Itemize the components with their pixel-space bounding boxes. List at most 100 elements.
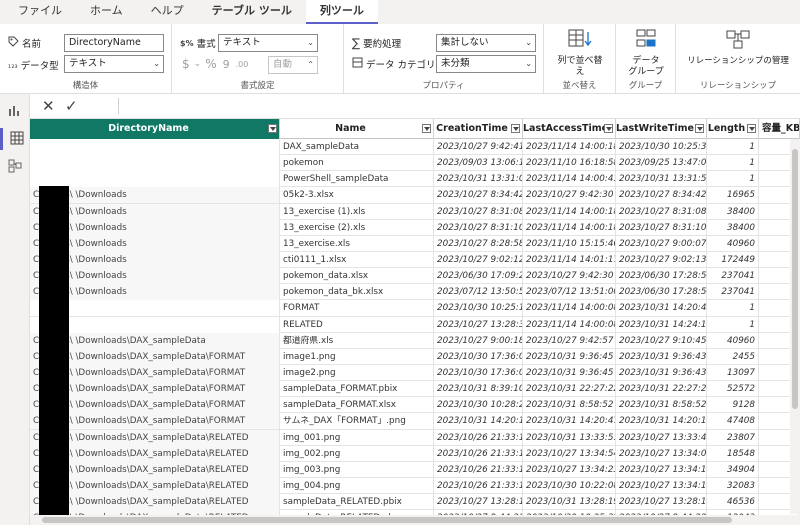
cell-length[interactable]: 16965	[707, 187, 759, 204]
cell-lastaccesstime[interactable]: 2023/10/31 14:20:47	[523, 413, 616, 430]
cell-creationtime[interactable]: 2023/10/31 8:39:10	[434, 381, 523, 398]
cell-name[interactable]: sampleData_FORMAT.xlsx	[280, 397, 434, 414]
cell-creationtime[interactable]: 2023/10/30 10:28:21	[434, 397, 523, 414]
cell-name[interactable]: sampleData_RELATED.pbix	[280, 494, 434, 511]
table-row[interactable]: C:\Users\ \Downloads\DAX_sampleData\RELA…	[30, 477, 800, 495]
column-header-lastaccesstime[interactable]: LastAccessTime	[523, 119, 616, 139]
cell-length[interactable]: 237041	[707, 268, 759, 285]
filter-dropdown-icon[interactable]	[422, 124, 431, 133]
cell-lastwritetime[interactable]: 2023/10/27 13:34:05	[616, 445, 707, 462]
cell-lastwritetime[interactable]: 2023/10/27 13:33:48	[616, 429, 707, 446]
cell-name[interactable]: img_001.png	[280, 429, 434, 446]
cell-name[interactable]: PowerShell_sampleData	[280, 171, 434, 188]
cell-creationtime[interactable]: 2023/10/27 8:31:08	[434, 203, 523, 220]
cell-lastaccesstime[interactable]: 2023/07/12 13:51:00	[523, 284, 616, 301]
cell-creationtime[interactable]: 2023/09/03 13:06:16	[434, 155, 523, 172]
cell-lastwritetime[interactable]: 2023/06/30 17:28:52	[616, 268, 707, 285]
cell-lastwritetime[interactable]: 2023/10/30 10:25:32	[616, 139, 707, 155]
cell-name[interactable]: img_003.png	[280, 461, 434, 478]
cell-lastwritetime[interactable]: 2023/10/31 8:58:52	[616, 397, 707, 414]
filter-dropdown-icon[interactable]	[747, 124, 756, 133]
cell-lastaccesstime[interactable]: 2023/10/31 22:27:22	[523, 381, 616, 398]
percent-button[interactable]: %	[205, 57, 216, 71]
table-row[interactable]: RELATED 2023/10/27 13:28:34 2023/11/14 14:…	[30, 316, 800, 333]
cell-lastwritetime[interactable]: 2023/10/31 13:31:50	[616, 171, 707, 188]
table-row[interactable]: PowerShell_sampleData 2023/10/31 13:31:05…	[30, 171, 800, 188]
table-row[interactable]: C:\Users\ \Downloads\DAX_sampleData\FORM…	[30, 381, 800, 398]
cell-creationtime[interactable]: 2023/10/27 9:42:41	[434, 139, 523, 155]
cell-lastaccesstime[interactable]: 2023/11/10 16:18:58	[523, 155, 616, 172]
cell-lastwritetime[interactable]: 2023/10/31 9:36:43	[616, 364, 707, 381]
cell-length[interactable]: 1	[707, 171, 759, 188]
cell-length[interactable]: 1	[707, 155, 759, 172]
table-row[interactable]: C:\Users\ \Downloads cti0111_1.xlsx 2023/1…	[30, 251, 800, 269]
cell-lastwritetime[interactable]: 2023/10/27 9:10:45	[616, 332, 707, 349]
cell-lastaccesstime[interactable]: 2023/10/31 13:28:19	[523, 494, 616, 511]
cell-lastwritetime[interactable]: 2023/10/31 9:36:43	[616, 348, 707, 365]
tab-home[interactable]: ホーム	[76, 0, 137, 24]
table-row[interactable]: C:\Users\ \Downloads 13_exercise.xls 2023/…	[30, 235, 800, 252]
cell-lastwritetime[interactable]: 2023/10/27 8:31:08	[616, 203, 707, 220]
cell-creationtime[interactable]: 2023/10/26 21:33:12	[434, 429, 523, 446]
cell-directoryname[interactable]	[30, 155, 280, 172]
cell-length[interactable]: 237041	[707, 284, 759, 301]
cell-length[interactable]: 13097	[707, 364, 759, 381]
column-header-directoryname[interactable]: DirectoryName	[30, 119, 280, 139]
cell-lastaccesstime[interactable]: 2023/11/14 14:00:08	[523, 316, 616, 333]
cell-name[interactable]: image2.png	[280, 364, 434, 381]
table-row[interactable]: DAX_sampleData 2023/10/27 9:42:41 2023/11/…	[30, 139, 800, 156]
table-row[interactable]: C:\Users\ \Downloads 13_exercise (2).xls 2…	[30, 219, 800, 236]
cell-creationtime[interactable]: 2023/10/27 13:28:34	[434, 316, 523, 333]
filter-dropdown-icon[interactable]	[695, 124, 704, 133]
cell-lastaccesstime[interactable]: 2023/11/14 14:00:08	[523, 300, 616, 317]
cell-name[interactable]: 13_exercise (1).xls	[280, 203, 434, 220]
cell-lastwritetime[interactable]: 2023/09/25 13:47:07	[616, 155, 707, 172]
cell-name[interactable]: サムネ_DAX「FORMAT」.png	[280, 413, 434, 430]
table-row[interactable]: C:\Users\ \Downloads\DAX_sampleData\RELA…	[30, 445, 800, 462]
cell-lastwritetime[interactable]: 2023/10/27 13:28:19	[616, 494, 707, 511]
cell-name[interactable]: pokemon_data.xlsx	[280, 268, 434, 285]
tab-help[interactable]: ヘルプ	[137, 0, 198, 24]
comma-button[interactable]: 9	[223, 58, 230, 71]
table-row[interactable]: C:\Users\ \Downloads 13_exercise (1).xls 2…	[30, 203, 800, 220]
category-dropdown[interactable]: 未分類 ⌄	[436, 55, 536, 73]
cell-lastwritetime[interactable]: 2023/10/31 14:20:13	[616, 413, 707, 430]
cell-creationtime[interactable]: 2023/10/26 21:33:12	[434, 445, 523, 462]
vertical-scroll-thumb[interactable]	[792, 149, 798, 409]
table-row[interactable]: C:\Users\ \Downloads\DAX_sampleData 都道府県.…	[30, 332, 800, 349]
column-header-creationtime[interactable]: CreationTime	[434, 119, 523, 139]
cell-lastwritetime[interactable]: 2023/10/27 8:34:42	[616, 187, 707, 204]
cell-name[interactable]: FORMAT	[280, 300, 434, 317]
cell-creationtime[interactable]: 2023/07/12 13:50:51	[434, 284, 523, 301]
filter-dropdown-icon[interactable]	[268, 124, 277, 133]
cell-lastaccesstime[interactable]: 2023/11/14 14:00:18	[523, 219, 616, 236]
cell-creationtime[interactable]: 2023/10/30 17:36:00	[434, 348, 523, 365]
table-row[interactable]: C:\Users\ \Downloads\DAX_sampleData\FORM…	[30, 348, 800, 365]
cell-lastwritetime[interactable]: 2023/10/31 14:20:46	[616, 300, 707, 317]
cell-lastaccesstime[interactable]: 2023/10/27 9:42:57	[523, 332, 616, 349]
cell-creationtime[interactable]: 2023/10/30 10:25:10	[434, 300, 523, 317]
table-row[interactable]: C:\Users\ \Downloads pokemon_data.xlsx 202…	[30, 268, 800, 285]
report-view-button[interactable]	[4, 100, 26, 122]
cell-creationtime[interactable]: 2023/10/31 14:20:13	[434, 413, 523, 430]
cell-creationtime[interactable]: 2023/10/27 9:02:12	[434, 251, 523, 268]
format-dropdown[interactable]: テキスト ⌄	[218, 34, 318, 52]
cell-creationtime[interactable]: 2023/10/26 21:33:12	[434, 477, 523, 494]
cell-creationtime[interactable]: 2023/10/30 17:36:00	[434, 364, 523, 381]
table-row[interactable]: C:\Users\ \Downloads 05k2-3.xlsx 2023/10/2…	[30, 187, 800, 204]
cell-creationtime[interactable]: 2023/06/30 17:09:20	[434, 268, 523, 285]
table-row[interactable]: C:\Users\ \Downloads\DAX_sampleData\RELA…	[30, 429, 800, 446]
cell-length[interactable]: 34904	[707, 461, 759, 478]
cell-lastaccesstime[interactable]: 2023/10/31 9:36:45	[523, 348, 616, 365]
cell-name[interactable]: img_004.png	[280, 477, 434, 494]
model-view-button[interactable]	[4, 156, 26, 178]
manage-relationships-button[interactable]: リレーションシップの管理	[678, 28, 798, 67]
table-row[interactable]: C:\Users\ \Downloads\DAX_sampleData\FORM…	[30, 413, 800, 430]
cell-creationtime[interactable]: 2023/10/27 8:31:10	[434, 219, 523, 236]
cell-lastaccesstime[interactable]: 2023/11/14 14:00:18	[523, 203, 616, 220]
column-header-lastwritetime[interactable]: LastWriteTime	[616, 119, 707, 139]
cell-name[interactable]: RELATED	[280, 316, 434, 333]
cell-creationtime[interactable]: 2023/10/27 8:28:58	[434, 235, 523, 252]
cell-lastwritetime[interactable]: 2023/10/31 22:27:22	[616, 381, 707, 398]
cell-name[interactable]: img_002.png	[280, 445, 434, 462]
